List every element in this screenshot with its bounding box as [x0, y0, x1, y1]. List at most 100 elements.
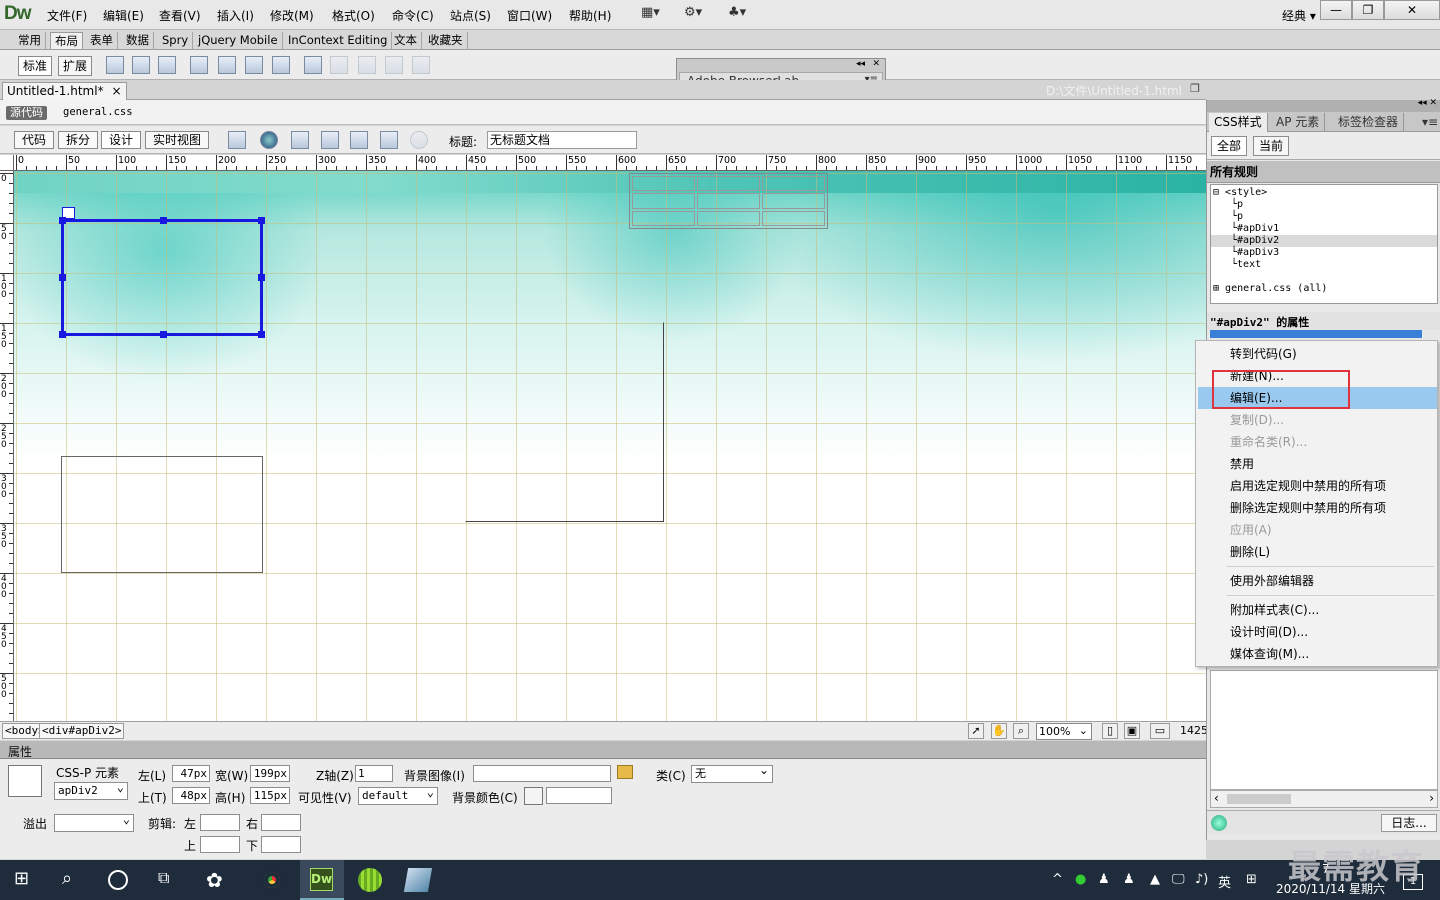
- resize-handle[interactable]: [160, 331, 167, 338]
- panel-tab[interactable]: CSS样式: [1209, 113, 1268, 132]
- insert-tab[interactable]: 表单: [86, 32, 118, 49]
- table-cell[interactable]: [762, 193, 825, 209]
- melon-app-icon[interactable]: [358, 868, 382, 892]
- ap-div-1[interactable]: [465, 322, 664, 522]
- insert-row-below-icon[interactable]: [358, 56, 376, 74]
- close-button[interactable]: ✕: [1384, 0, 1440, 20]
- code-view-button[interactable]: 代码: [14, 131, 54, 149]
- context-menu-item[interactable]: 使用外部编辑器: [1198, 570, 1437, 592]
- panel-group-header[interactable]: ◂◂ ✕: [1207, 98, 1440, 112]
- menu-item[interactable]: 文件(F): [47, 7, 87, 24]
- resize-handle[interactable]: [160, 217, 167, 224]
- panel-options-icon[interactable]: ▾≡: [1417, 113, 1440, 132]
- volume-icon[interactable]: ♪): [1195, 872, 1208, 887]
- search-icon[interactable]: ⌕: [62, 868, 86, 892]
- ap-div-2[interactable]: [59, 217, 265, 338]
- table-cell[interactable]: [697, 193, 760, 209]
- insert-table-icon[interactable]: [106, 56, 124, 74]
- ime-indicator[interactable]: 英: [1218, 872, 1231, 891]
- chrome-icon[interactable]: [260, 868, 284, 892]
- keyboard-layout-icon[interactable]: ⊞: [1246, 872, 1257, 887]
- network-icon[interactable]: 🖵: [1172, 872, 1185, 887]
- clip-right-input[interactable]: [261, 814, 301, 831]
- restore-button[interactable]: ❐: [1352, 0, 1384, 20]
- rule-row[interactable]: └#apDiv2: [1211, 235, 1437, 247]
- check-compatibility-icon[interactable]: [380, 131, 398, 149]
- tray-overflow-icon[interactable]: ^: [1052, 872, 1063, 887]
- clip-top-input[interactable]: [200, 836, 240, 853]
- color-swatch[interactable]: [524, 787, 543, 805]
- design-view-button[interactable]: 设计: [101, 131, 141, 149]
- table-cell[interactable]: [697, 210, 760, 226]
- refresh-icon[interactable]: [410, 131, 428, 149]
- spry-tabbed-panels-icon[interactable]: [218, 56, 236, 74]
- rule-row[interactable]: └p: [1211, 211, 1437, 223]
- spry-collapsible-icon[interactable]: [272, 56, 290, 74]
- visibility-select[interactable]: default: [358, 784, 438, 805]
- insert-tab[interactable]: Spry: [158, 32, 194, 49]
- background-color-input[interactable]: [546, 787, 612, 804]
- pinwheel-app-icon[interactable]: ✿: [206, 868, 230, 892]
- context-menu-item[interactable]: 复制(D)...: [1198, 409, 1437, 431]
- spry-menubar-icon[interactable]: [190, 56, 208, 74]
- rule-row[interactable]: └#apDiv3: [1211, 247, 1437, 259]
- folder-icon[interactable]: [617, 765, 633, 779]
- rule-row[interactable]: ⊟ <style>: [1211, 187, 1437, 199]
- multiscreen-icon[interactable]: [228, 131, 246, 149]
- rule-row[interactable]: ⊞ general.css (all): [1211, 283, 1437, 295]
- table-cell[interactable]: [762, 210, 825, 226]
- menu-item[interactable]: 帮助(H): [569, 7, 611, 24]
- class-select[interactable]: 无: [691, 762, 773, 783]
- element-id-select[interactable]: apDiv2: [54, 779, 128, 800]
- source-code-button[interactable]: 源代码: [6, 106, 47, 120]
- table-cell[interactable]: [697, 176, 760, 192]
- height-input[interactable]: 115px: [250, 787, 290, 804]
- insert-tab[interactable]: InContext Editing: [284, 32, 393, 49]
- menu-item[interactable]: 窗口(W): [507, 7, 552, 24]
- live-view-button[interactable]: 实时视图: [145, 131, 209, 149]
- close-tab-icon[interactable]: ×: [112, 83, 122, 100]
- minimize-button[interactable]: —: [1320, 0, 1352, 20]
- menu-item[interactable]: 修改(M): [270, 7, 314, 24]
- context-menu-item[interactable]: 重命名类(R)...: [1198, 431, 1437, 453]
- width-input[interactable]: 199px: [250, 765, 290, 782]
- horizontal-scrollbar[interactable]: ‹ ›: [1210, 790, 1438, 808]
- table-cell[interactable]: [632, 210, 695, 226]
- menu-item[interactable]: 格式(O): [332, 7, 375, 24]
- left-input[interactable]: 47px: [172, 765, 210, 782]
- resize-handle[interactable]: [59, 217, 66, 224]
- tablet-size-icon[interactable]: ▣: [1124, 723, 1140, 739]
- context-menu-item[interactable]: 禁用: [1198, 453, 1437, 475]
- context-menu-item[interactable]: 附加样式表(C)...: [1198, 599, 1437, 621]
- tag-div-apdiv2[interactable]: <div#apDiv2>: [39, 723, 125, 739]
- table-cell[interactable]: [762, 176, 825, 192]
- context-menu-item[interactable]: 转到代码(G): [1198, 343, 1437, 365]
- split-view-button[interactable]: 拆分: [58, 131, 98, 149]
- site-manager-icon[interactable]: ♣▾: [728, 5, 746, 25]
- notes-app-icon[interactable]: [403, 868, 433, 892]
- panel-tab[interactable]: 标签检查器: [1333, 113, 1405, 132]
- ap-div-3[interactable]: [61, 456, 263, 573]
- menu-item[interactable]: 命令(C): [392, 7, 434, 24]
- resize-handle[interactable]: [258, 331, 265, 338]
- all-mode-button[interactable]: 全部: [1211, 136, 1248, 156]
- insert-column-left-icon[interactable]: [385, 56, 403, 74]
- collapse-icon[interactable]: ◂◂: [856, 59, 865, 69]
- desktop-size-icon[interactable]: ▭: [1150, 723, 1170, 739]
- related-file-general-css[interactable]: general.css: [63, 106, 133, 118]
- cortana-icon[interactable]: [108, 870, 128, 890]
- workspace-switcher[interactable]: 经典 ▾: [1282, 7, 1316, 24]
- design-canvas[interactable]: [14, 171, 1206, 721]
- table-cell[interactable]: [632, 176, 695, 192]
- insert-div-icon[interactable]: [132, 56, 150, 74]
- insert-tab[interactable]: jQuery Mobile: [194, 32, 283, 49]
- menu-item[interactable]: 查看(V): [159, 7, 201, 24]
- resize-handle[interactable]: [258, 274, 265, 281]
- window-size-readout[interactable]: 1425: [1180, 724, 1208, 737]
- context-menu-item[interactable]: 应用(A): [1198, 519, 1437, 541]
- insert-tab[interactable]: 文本: [390, 32, 422, 49]
- layout-dropdown-icon[interactable]: ▦▾: [641, 5, 660, 25]
- wechat-icon[interactable]: ●: [1075, 872, 1086, 887]
- document-title-input[interactable]: 无标题文档: [487, 131, 637, 149]
- notification-icon[interactable]: ▲: [1150, 872, 1160, 887]
